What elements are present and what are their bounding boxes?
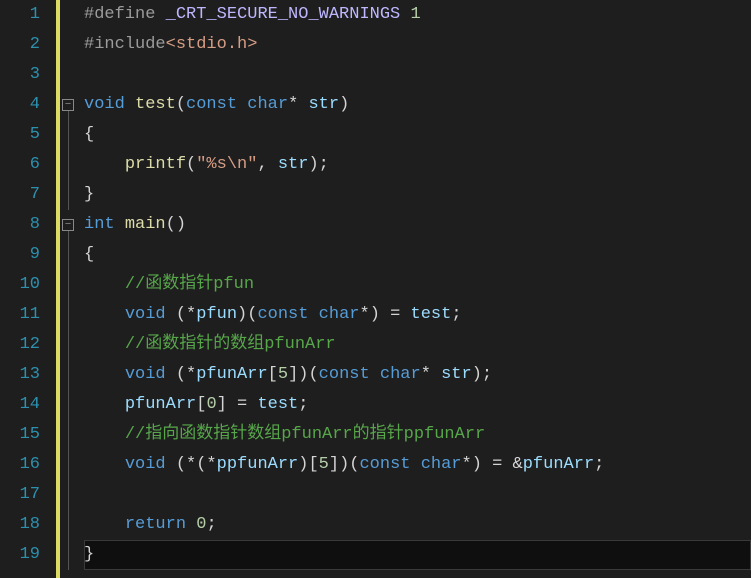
line-number[interactable]: 17 xyxy=(0,480,40,510)
header: <stdio.h> xyxy=(166,35,258,54)
macro-name: _CRT_SECURE_NO_WARNINGS xyxy=(166,5,401,24)
code-line[interactable] xyxy=(84,480,751,510)
identifier: ppfunArr xyxy=(217,455,299,474)
fold-gutter: − − xyxy=(60,0,78,578)
number: 1 xyxy=(410,5,420,24)
keyword: void xyxy=(125,305,166,324)
code-line[interactable]: #define _CRT_SECURE_NO_WARNINGS 1 xyxy=(84,0,751,30)
keyword: const xyxy=(186,95,237,114)
keyword: const xyxy=(257,305,308,324)
line-number[interactable]: 5 xyxy=(0,120,40,150)
keyword: int xyxy=(84,215,115,234)
function-name: main xyxy=(125,215,166,234)
line-number[interactable]: 15 xyxy=(0,420,40,450)
keyword: void xyxy=(125,455,166,474)
line-number[interactable]: 11 xyxy=(0,300,40,330)
code-line[interactable]: { xyxy=(84,240,751,270)
code-line[interactable]: //函数指针pfun xyxy=(84,270,751,300)
code-line[interactable]: void (*pfun)(const char*) = test; xyxy=(84,300,751,330)
code-line[interactable]: #include<stdio.h> xyxy=(84,30,751,60)
line-number[interactable]: 18 xyxy=(0,510,40,540)
line-number[interactable]: 9 xyxy=(0,240,40,270)
code-editor: 1 2 3 4 5 6 7 8 9 10 11 12 13 14 15 16 1… xyxy=(0,0,751,578)
identifier: str xyxy=(308,95,339,114)
keyword: return xyxy=(125,515,186,534)
fold-guide xyxy=(68,231,69,570)
line-number[interactable]: 6 xyxy=(0,150,40,180)
keyword: const xyxy=(359,455,410,474)
gutter-margin xyxy=(48,0,56,578)
code-line[interactable]: printf("%s\n", str); xyxy=(84,150,751,180)
comment: //函数指针的数组pfunArr xyxy=(125,335,336,354)
line-number[interactable]: 19 xyxy=(0,540,40,570)
code-line[interactable]: //函数指针的数组pfunArr xyxy=(84,330,751,360)
code-line[interactable]: //指向函数指针数组pfunArr的指针ppfunArr xyxy=(84,420,751,450)
keyword: const xyxy=(319,365,370,384)
function-name: test xyxy=(135,95,176,114)
keyword: void xyxy=(125,365,166,384)
code-line[interactable]: { xyxy=(84,120,751,150)
line-number[interactable]: 4 xyxy=(0,90,40,120)
line-number[interactable]: 12 xyxy=(0,330,40,360)
line-number[interactable]: 3 xyxy=(0,60,40,90)
code-line[interactable]: return 0; xyxy=(84,510,751,540)
keyword: char xyxy=(247,95,288,114)
line-number[interactable]: 10 xyxy=(0,270,40,300)
identifier: str xyxy=(441,365,472,384)
line-number[interactable]: 7 xyxy=(0,180,40,210)
identifier: test xyxy=(257,395,298,414)
keyword: char xyxy=(421,455,462,474)
line-number[interactable]: 13 xyxy=(0,360,40,390)
identifier: pfun xyxy=(196,305,237,324)
comment: //指向函数指针数组pfunArr的指针ppfunArr xyxy=(125,425,485,444)
identifier: test xyxy=(411,305,452,324)
function-call: printf xyxy=(125,155,186,174)
line-number[interactable]: 16 xyxy=(0,450,40,480)
code-line[interactable]: void (*pfunArr[5])(const char* str); xyxy=(84,360,751,390)
identifier: pfunArr xyxy=(523,455,594,474)
string: "%s\n" xyxy=(196,155,257,174)
code-line-current[interactable]: } xyxy=(84,540,751,570)
identifier: pfunArr xyxy=(196,365,267,384)
line-number[interactable]: 2 xyxy=(0,30,40,60)
keyword: void xyxy=(84,95,125,114)
number: 5 xyxy=(319,455,329,474)
keyword: char xyxy=(380,365,421,384)
fold-toggle[interactable]: − xyxy=(62,219,74,231)
preprocessor: #define xyxy=(84,5,155,24)
code-line[interactable]: void test(const char* str) xyxy=(84,90,751,120)
fold-toggle[interactable]: − xyxy=(62,99,74,111)
number: 0 xyxy=(196,515,206,534)
number: 0 xyxy=(206,395,216,414)
code-line[interactable]: int main() xyxy=(84,210,751,240)
line-number-gutter: 1 2 3 4 5 6 7 8 9 10 11 12 13 14 15 16 1… xyxy=(0,0,48,578)
fold-guide xyxy=(68,111,69,210)
code-line[interactable] xyxy=(84,60,751,90)
keyword: char xyxy=(319,305,360,324)
code-area[interactable]: #define _CRT_SECURE_NO_WARNINGS 1 #inclu… xyxy=(78,0,751,578)
comment: //函数指针pfun xyxy=(125,275,254,294)
code-line[interactable]: void (*(*ppfunArr)[5])(const char*) = &p… xyxy=(84,450,751,480)
number: 5 xyxy=(278,365,288,384)
code-line[interactable]: } xyxy=(84,180,751,210)
code-line[interactable]: pfunArr[0] = test; xyxy=(84,390,751,420)
line-number[interactable]: 8 xyxy=(0,210,40,240)
line-number[interactable]: 14 xyxy=(0,390,40,420)
preprocessor: #include xyxy=(84,35,166,54)
line-number[interactable]: 1 xyxy=(0,0,40,30)
identifier: str xyxy=(278,155,309,174)
identifier: pfunArr xyxy=(125,395,196,414)
